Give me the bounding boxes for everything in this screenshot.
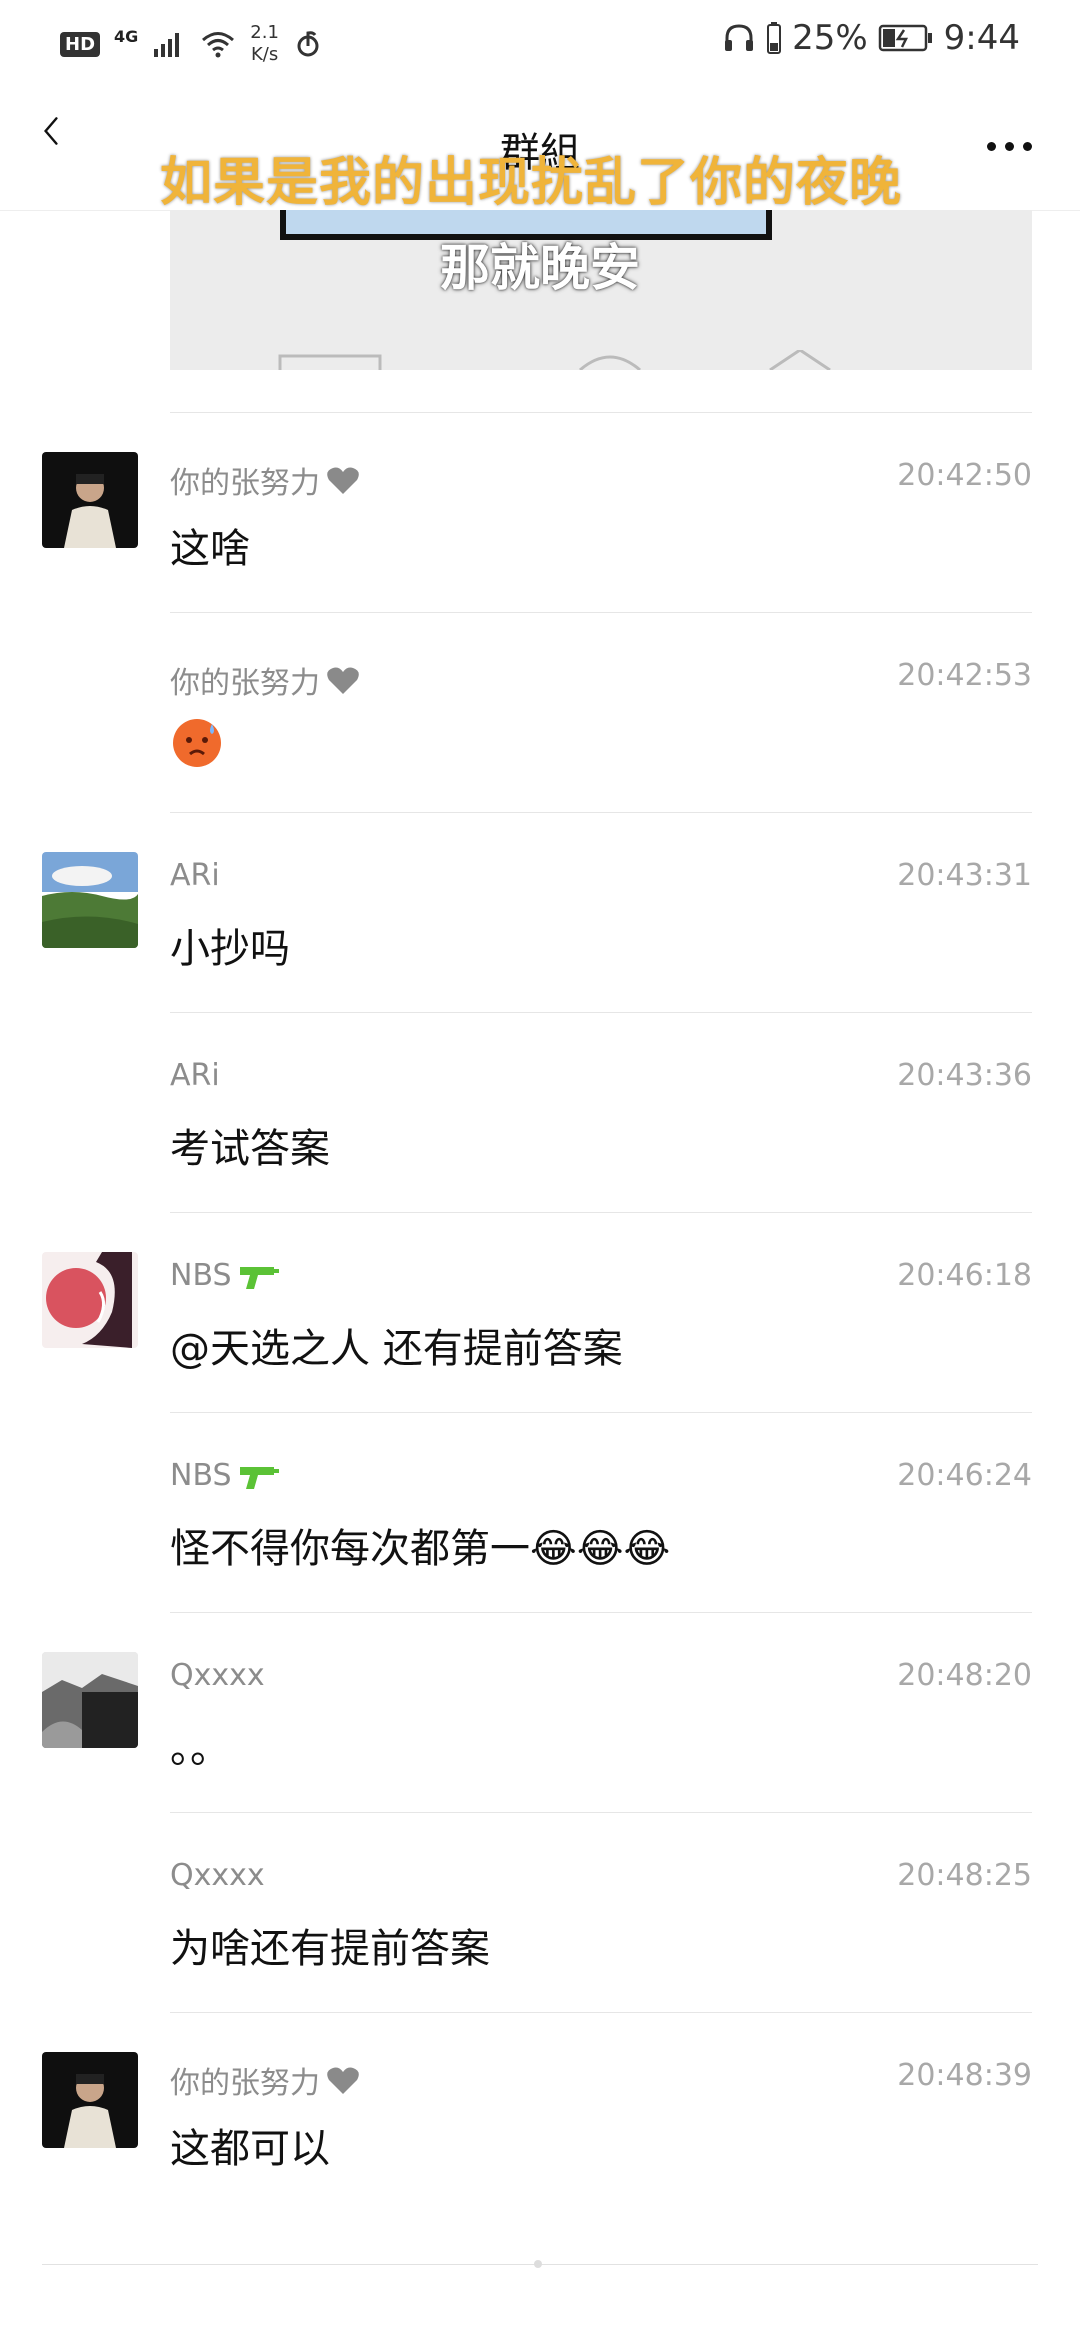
message-time: 20:48:25 xyxy=(897,1858,1032,1893)
caption-subtitle: 那就晚安 xyxy=(440,239,640,297)
divider xyxy=(170,1012,1032,1013)
sweat-angry-emoji-icon[interactable] xyxy=(170,716,224,770)
divider xyxy=(170,612,1032,613)
sender-name: 你的张努力 xyxy=(170,658,360,702)
sender-name: ARi xyxy=(170,1058,220,1093)
sender-name-text: 你的张努力 xyxy=(170,466,320,501)
avatar-image xyxy=(42,852,138,948)
headphones-icon xyxy=(725,24,754,51)
speed-value: 2.1 xyxy=(250,22,279,43)
message-time: 20:46:18 xyxy=(897,1258,1032,1293)
sender-name: 你的张努力 xyxy=(170,458,360,502)
divider xyxy=(170,2012,1032,2013)
network-type: 4G xyxy=(114,26,139,46)
message-text[interactable]: @天选之人 还有提前答案 xyxy=(170,1316,623,1374)
sender-name-text: 你的张努力 xyxy=(170,2066,320,2101)
wifi-icon xyxy=(202,32,235,58)
battery-percent: 25% xyxy=(792,18,868,58)
message-time: 20:48:20 xyxy=(897,1658,1032,1693)
image-bottom-icons xyxy=(278,350,831,370)
avatar[interactable] xyxy=(42,452,138,548)
sender-name-text: NBS xyxy=(170,1458,232,1493)
sender-name-text: 你的张努力 xyxy=(170,666,320,701)
sender-name: 你的张努力 xyxy=(170,2058,360,2102)
message-time: 20:43:36 xyxy=(897,1058,1032,1093)
water-gun-icon xyxy=(239,1466,279,1489)
message-text[interactable]: 这都可以 xyxy=(170,2116,330,2174)
message-time: 20:46:24 xyxy=(897,1458,1032,1493)
avatar-image xyxy=(46,1252,132,1348)
avatar-image xyxy=(64,2074,116,2148)
divider xyxy=(170,1212,1032,1213)
caption-overlay: 如果是我的出现扰乱了你的夜晚 xyxy=(160,153,903,213)
status-left: HD 4G 2.1 K/s xyxy=(60,22,323,66)
avatar[interactable] xyxy=(42,1652,138,1748)
sender-name: Qxxxx xyxy=(170,1858,265,1893)
sender-name-text: NBS xyxy=(170,1258,232,1293)
gray-heart-icon xyxy=(327,467,359,494)
water-gun-icon xyxy=(239,1266,279,1289)
sender-name: NBS xyxy=(170,1458,280,1493)
battery-small-icon xyxy=(767,22,782,54)
sender-name: ARi xyxy=(170,858,220,893)
message-time: 20:42:53 xyxy=(897,658,1032,693)
speed-unit: K/s xyxy=(250,44,279,65)
avatar-image xyxy=(42,1652,138,1748)
message-time: 20:43:31 xyxy=(897,858,1032,893)
battery-charging-icon xyxy=(878,24,932,52)
sender-name: Qxxxx xyxy=(170,1658,265,1693)
sender-name: NBS xyxy=(170,1258,280,1293)
message-text[interactable]: 怪不得你每次都第一😂😂😂 xyxy=(170,1516,670,1574)
status-right: 25% 9:44 xyxy=(722,18,1020,58)
message-text[interactable]: 小抄吗 xyxy=(170,916,290,974)
signal-icon xyxy=(154,33,180,57)
network-speed: 2.1 K/s xyxy=(250,22,279,66)
gray-heart-icon xyxy=(327,2067,359,2094)
avatar-image xyxy=(64,474,116,548)
avatar[interactable] xyxy=(42,852,138,948)
netease-music-icon xyxy=(297,31,319,57)
status-bar: HD 4G 2.1 K/s 25% 9:44 xyxy=(0,0,1080,80)
message-text[interactable]: 这啥 xyxy=(170,516,250,574)
hd-badge: HD xyxy=(60,31,101,57)
message-text[interactable]: 。。 xyxy=(170,1716,230,1774)
divider xyxy=(170,1812,1032,1813)
avatar[interactable] xyxy=(42,2052,138,2148)
avatar[interactable] xyxy=(42,1252,138,1348)
clock: 9:44 xyxy=(943,18,1020,58)
gray-heart-icon xyxy=(327,667,359,694)
scroll-indicator xyxy=(534,2260,542,2268)
divider xyxy=(170,1412,1032,1413)
message-time: 20:42:50 xyxy=(897,458,1032,493)
more-options-icon[interactable] xyxy=(987,142,1032,151)
message-time: 20:48:39 xyxy=(897,2058,1032,2093)
divider xyxy=(170,412,1032,413)
message-text[interactable]: 为啥还有提前答案 xyxy=(170,1916,490,1974)
divider xyxy=(170,812,1032,813)
divider xyxy=(170,1612,1032,1613)
message-text[interactable]: 考试答案 xyxy=(170,1116,330,1174)
